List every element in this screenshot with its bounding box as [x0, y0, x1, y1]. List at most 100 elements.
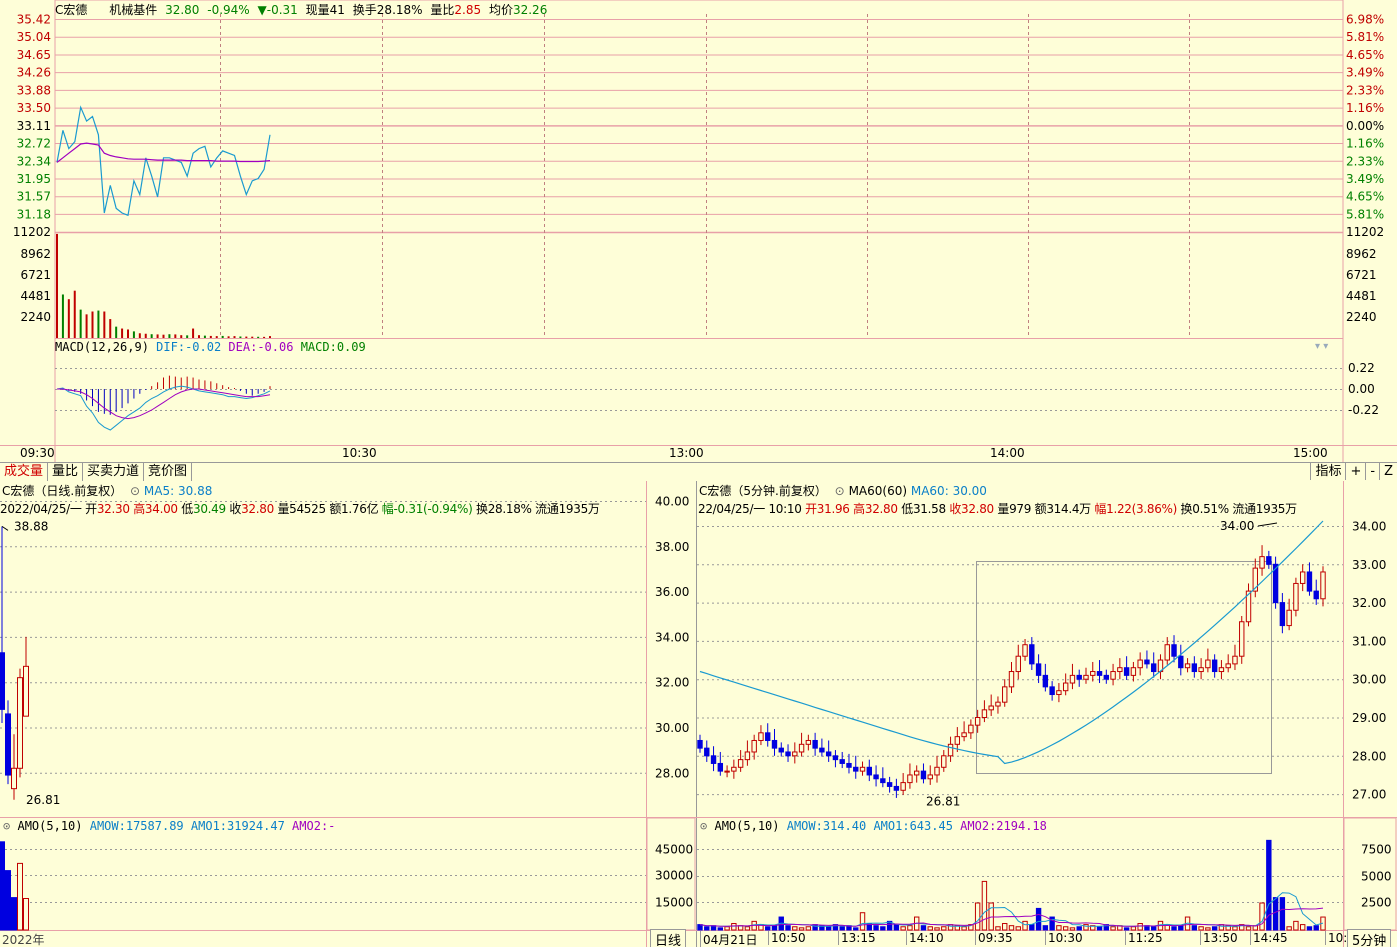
min5-candle-body — [866, 766, 872, 776]
min5-amo-bar — [900, 926, 906, 931]
tab-volume[interactable]: 成交量 — [0, 463, 49, 481]
min5-period-button[interactable]: 5分钟 — [1347, 929, 1392, 947]
min5-amo-bar — [1137, 923, 1143, 931]
daily-high: 34.00 — [144, 502, 178, 516]
min5-candle-body — [1232, 655, 1238, 665]
pct-tick-label: 0.00% — [1346, 119, 1384, 133]
tab-volume-ratio[interactable]: 量比 — [48, 463, 84, 481]
zoom-out-button[interactable]: - — [1365, 463, 1379, 480]
daily-price-tick: 28.00 — [655, 766, 689, 780]
price-tick-label: 31.95 — [17, 172, 51, 186]
min5-candle-body — [1293, 582, 1299, 611]
daily-amo-bar — [23, 898, 29, 931]
amo-toggle-icon[interactable]: ⊙ — [3, 819, 10, 833]
ma-toggle-icon[interactable]: ⊙ — [130, 484, 140, 498]
min5-amo-bar — [934, 927, 940, 931]
daily-amo-bar — [0, 841, 5, 931]
zoom-in-button[interactable]: + — [1345, 463, 1365, 480]
min5-amo-bar — [1272, 897, 1279, 931]
min5-amo-bar — [1205, 927, 1211, 931]
min5-amo-bar — [853, 927, 859, 931]
min5-amo-tick: 5000 — [1361, 870, 1392, 884]
min5-candle-body — [839, 759, 845, 764]
min5-amo-bar — [907, 925, 913, 931]
min5-amow-label: AMOW: — [786, 819, 823, 833]
min5-low-mark: 26.81 — [926, 794, 960, 808]
min5-amo-bar — [704, 926, 710, 931]
min5-high-mark: 34.00 — [1220, 519, 1254, 533]
min5-candle-body — [1123, 667, 1130, 676]
macd-tick-label: 0.22 — [1348, 361, 1375, 375]
min5-amo-bar — [995, 926, 1001, 931]
min5-candle-body — [1171, 644, 1177, 657]
min5-high: 32.80 — [864, 502, 898, 516]
min5-amo-bar — [1083, 924, 1089, 931]
indicator-button[interactable]: 指标 — [1310, 463, 1345, 480]
tab-auction[interactable]: 竞价图 — [144, 463, 193, 481]
daily-low: 30.49 — [192, 502, 226, 516]
min5-amo-bar — [1130, 926, 1137, 931]
z-button[interactable]: Z — [1379, 463, 1397, 480]
min5-candle-body — [724, 770, 730, 773]
chart-frame — [54, 0, 1344, 463]
vol-tick-label: 6721 — [1346, 268, 1377, 282]
min5-candle-body — [1110, 671, 1116, 680]
min5-candle-body — [1164, 644, 1170, 661]
min5-candle-body — [886, 782, 893, 787]
dif-line — [56, 385, 271, 431]
min5-amo-header: ⊙ AMO(5,10) AMOW:314.40 AMO1:643.45 AMO2… — [700, 819, 1047, 833]
bottom-charts[interactable]: 40.00 38.00 36.00 34.00 32.00 30.00 28.00 45000… — [0, 481, 1397, 947]
min5-candle-body — [1151, 663, 1157, 673]
min5-time-label: 10:50 — [768, 931, 806, 945]
min5-candle-body — [1184, 663, 1191, 669]
min5-amo-bar — [1022, 920, 1028, 931]
min5-amo-bar — [717, 927, 724, 931]
ma-toggle-icon[interactable]: ⊙ — [835, 484, 845, 498]
min5-candle-body — [1191, 663, 1198, 673]
min5-amo-bar — [710, 925, 717, 931]
min5-amo-bar — [1218, 924, 1225, 931]
daily-period-button[interactable]: 日线 — [650, 929, 687, 947]
daily-amo1: 31924.47 — [227, 819, 285, 833]
min5-candle-body — [805, 739, 812, 745]
min5-title: C宏德（5分钟.前复权） — [699, 484, 827, 498]
price-tick-label: 32.72 — [17, 137, 51, 151]
min5-candle-body — [1069, 674, 1076, 684]
min5-amo-bar — [873, 925, 879, 931]
tab-buy-sell-force[interactable]: 买卖力道 — [83, 463, 145, 481]
min5-candle-body — [961, 732, 967, 738]
min5-candle-body — [1306, 571, 1313, 592]
daily-ma-label: MA5: — [143, 484, 175, 498]
intraday-chart[interactable]: 35.42 6.98% 35.04 5.81% 34.65 4.65% 34.26 3.49%… — [0, 0, 1397, 463]
macd-collapse-icon[interactable]: ▾ ▾ — [1315, 341, 1328, 352]
amo-toggle-icon[interactable]: ⊙ — [700, 819, 707, 833]
dif-value: -0.02 — [185, 340, 222, 354]
min5-amo-bar — [1171, 926, 1177, 931]
min5-candle-body — [1022, 644, 1028, 657]
daily-amo-header: ⊙ AMO(5,10) AMOW:17587.89 AMO1:31924.47 … — [3, 819, 335, 833]
daily-low-mark: 26.81 — [26, 793, 60, 807]
min5-amo-bar — [1029, 924, 1035, 931]
min5-time-label: 10:30 — [1045, 931, 1083, 945]
min5-amo-bar — [1245, 926, 1252, 931]
daily-high-mark: 38.88 — [14, 519, 48, 533]
min5-candle-body — [900, 782, 906, 791]
daily-ma-value: 30.88 — [178, 484, 213, 498]
dea-value: -0.06 — [257, 340, 294, 354]
min5-amo2: 2194.18 — [996, 819, 1047, 833]
min5-candle-body — [751, 739, 757, 753]
min5-open-label: 开 — [805, 502, 817, 516]
min5-time-label: 13:15 — [838, 931, 876, 945]
min5-candle-body — [704, 747, 710, 757]
min5-amo-bar — [1191, 925, 1198, 931]
min5-amo-bar — [1008, 925, 1015, 931]
min5-amo-bar — [785, 925, 791, 931]
min5-amo-bar — [1042, 925, 1049, 931]
min5-amo-bar — [981, 880, 988, 931]
min5-amo-bar — [724, 926, 730, 931]
daily-amo1-label: AMO1: — [190, 819, 228, 833]
min5-amo-bar — [859, 912, 866, 931]
min5-time-label: 13:50 — [1200, 931, 1238, 945]
pct-tick-label: 4.65% — [1346, 190, 1384, 204]
min5-candle-body — [832, 755, 839, 761]
